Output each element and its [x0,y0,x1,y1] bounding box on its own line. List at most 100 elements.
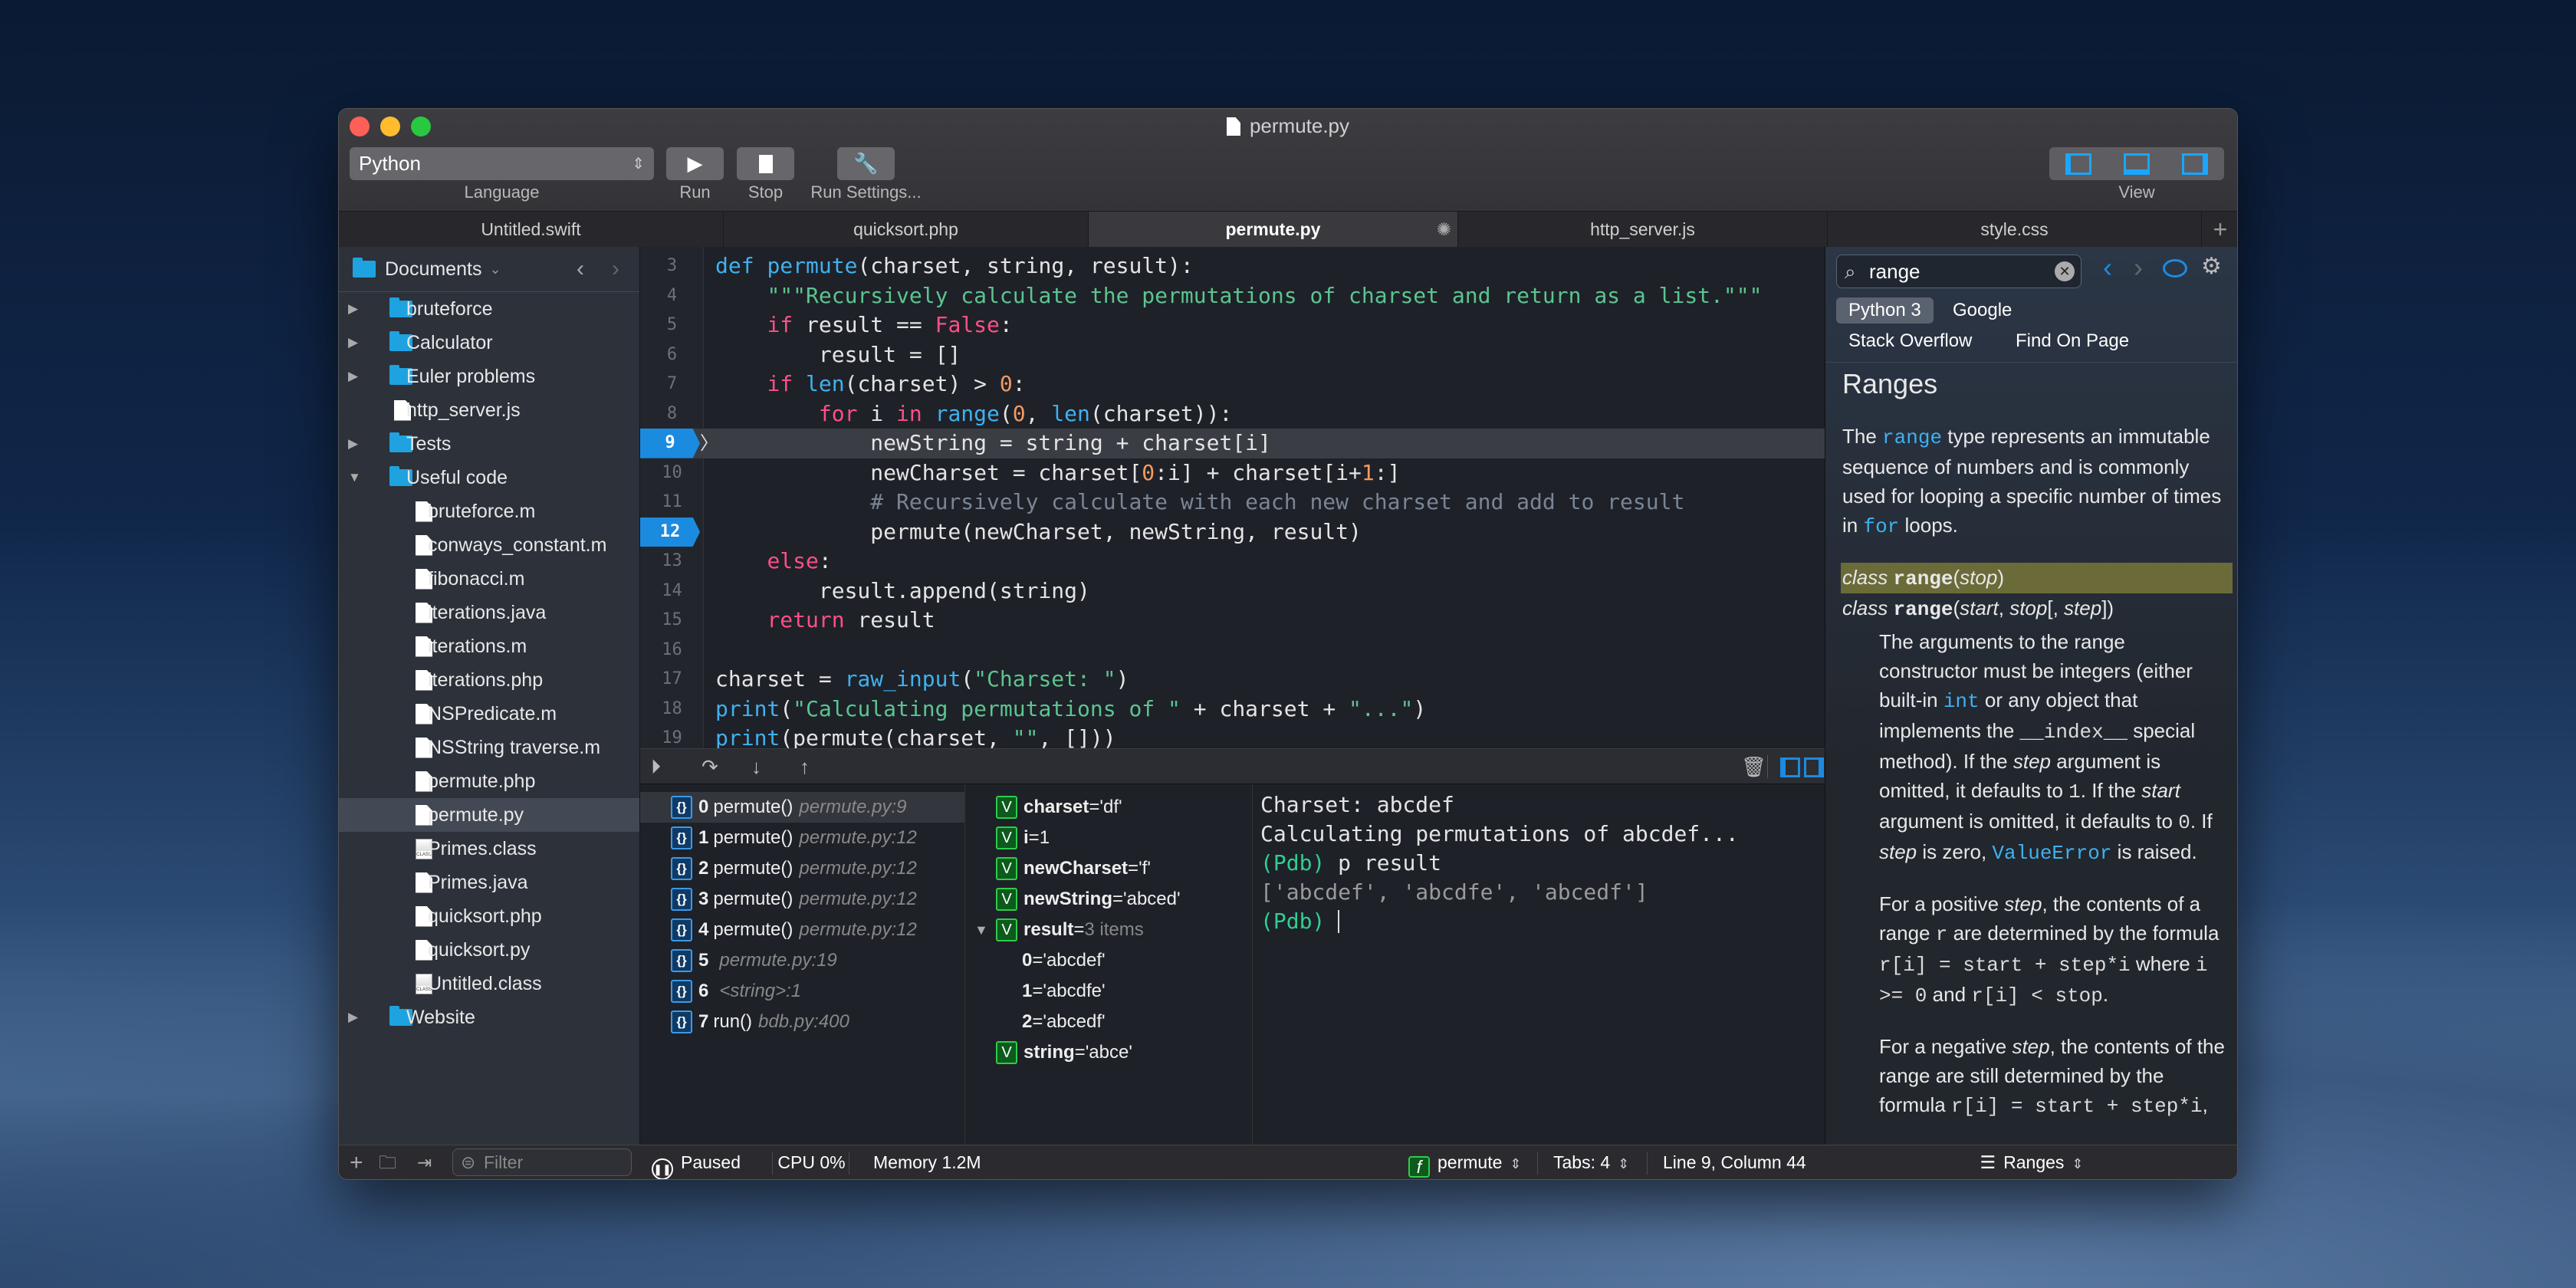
add-icon[interactable]: + [350,1145,363,1179]
line-number[interactable]: 8 [640,399,704,429]
code-line[interactable]: 5 if result == False: [640,310,1825,340]
run-settings-button[interactable]: 🔧 [837,147,895,180]
stack-frame[interactable]: {} 1 permute() permute.py:12 [640,823,964,853]
line-number[interactable]: 14 [640,577,704,606]
tree-item[interactable]: fibonacci.m [339,562,639,596]
tree-item[interactable]: quicksort.php [339,899,639,933]
disclosure-open-icon[interactable]: ▼ [348,470,361,485]
line-number[interactable]: 6 [640,340,704,370]
tree-item[interactable]: ▶ Euler problems [339,360,639,393]
tree-item[interactable]: CLASS Primes.class [339,832,639,866]
variable-row[interactable]: Vi = 1 [965,823,1252,853]
code-line[interactable]: 15 return result [640,606,1825,636]
line-number[interactable]: 5 [640,310,704,340]
line-number[interactable]: 13 [640,547,704,577]
stack-frame[interactable]: {} 5 permute.py:19 [640,945,964,976]
doc-link[interactable]: range [1882,426,1942,449]
chevron-down-icon[interactable]: ⌄ [489,261,501,278]
code-line[interactable]: 18 print("Calculating permutations of " +… [640,695,1825,724]
line-number[interactable]: 4 [640,281,704,311]
reveal-icon[interactable]: ⇥ [417,1145,432,1179]
tree-item[interactable]: CLASS Untitled.class [339,967,639,1001]
tree-item[interactable]: http_server.js [339,393,639,427]
code-line[interactable]: 7 if len(charset) > 0: [640,370,1825,399]
toggle-right-panel-icon[interactable] [2182,153,2208,175]
step-over-icon[interactable]: ↷ [702,755,718,779]
doc-link[interactable]: int [1944,690,1980,713]
toggle-bottom-panel-icon[interactable] [2124,153,2150,175]
tree-item[interactable]: ▶ Website [339,1001,639,1034]
disclosure-closed-icon[interactable]: ▶ [348,369,358,384]
disclosure-closed-icon[interactable]: ▶ [348,335,358,350]
tree-item[interactable]: conways_constant.m [339,528,639,562]
code-line[interactable]: 19 print(permute(charset, "", [])) [640,724,1825,748]
tree-item[interactable]: Primes.java [339,866,639,899]
new-folder-icon[interactable]: 🗀 [379,1145,396,1179]
disclosure-closed-icon[interactable]: ▶ [348,1010,358,1025]
tab-http-server-js[interactable]: http_server.js [1458,212,1828,248]
line-number[interactable]: 7 [640,370,704,399]
line-number[interactable]: 19 [640,724,704,748]
stack-frame[interactable]: {} 7 run() bdb.py:400 [640,1007,964,1037]
disclosure-open-icon[interactable]: ▼ [974,922,988,938]
tree-item[interactable]: permute.php [339,764,639,798]
line-number[interactable]: 10 [640,458,704,488]
gear-icon[interactable]: ⚙ [2201,253,2222,280]
code-line[interactable]: 11 # Recursively calculate with each new… [640,488,1825,518]
stack-frame[interactable]: {} 6 <string>:1 [640,976,964,1007]
toggle-stack-pane-icon[interactable] [1780,757,1800,777]
step-out-icon[interactable]: ↑ [800,755,810,779]
breakpoint-marker[interactable]: 9 [640,429,700,458]
tabs-selector[interactable]: Tabs: 4 ⇕ [1553,1145,1629,1179]
language-select[interactable]: Python ⇕ [350,147,654,180]
code-line[interactable]: 8 for i in range(0, len(charset)): [640,399,1825,429]
code-editor[interactable]: 3 def permute(charset, string, result): 4 … [640,247,1825,748]
tree-item[interactable]: ▶ Calculator [339,326,639,360]
stack-frame[interactable]: {} 0 permute() permute.py:9 [640,792,964,823]
tab-permute-py[interactable]: permute.py ✺ [1089,212,1458,248]
forward-icon[interactable]: › [612,256,619,282]
root-folder-label[interactable]: Documents [385,258,481,281]
doc-back-icon[interactable]: ‹ [2103,251,2112,284]
tree-item[interactable]: permute.py [339,798,639,832]
disclosure-closed-icon[interactable]: ▶ [348,436,358,452]
tree-item[interactable]: quicksort.py [339,933,639,967]
tree-item[interactable]: bruteforce.m [339,495,639,528]
breakpoint-marker[interactable]: 12 [640,517,700,547]
debug-console[interactable]: Charset: abcdef Calculating permutations … [1253,784,1825,1147]
line-number[interactable]: 15 [640,606,704,636]
doc-section-selector[interactable]: ☰ Ranges ⇕ [1825,1145,2237,1179]
code-line[interactable]: 6 result = [] [640,340,1825,370]
source-google[interactable]: Google [1940,297,2024,324]
line-number[interactable]: 18 [640,695,704,724]
continue-icon[interactable]: ⏵ [651,755,661,780]
tree-item[interactable]: NSPredicate.m [339,697,639,731]
stack-frame[interactable]: {} 3 permute() permute.py:12 [640,884,964,915]
source-find-on-page[interactable]: Find On Page [2003,328,2141,354]
code-line[interactable]: 16 [640,636,1825,665]
variable-row[interactable]: Vcharset = 'df' [965,792,1252,823]
step-into-icon[interactable]: ↓ [751,755,761,779]
new-tab-button[interactable]: + [2202,212,2237,248]
tree-item[interactable]: iterations.java [339,596,639,629]
tree-item[interactable]: ▶ bruteforce [339,292,639,326]
variable-child-row[interactable]: 2 = 'abcedf' [965,1007,1252,1037]
toggle-console-pane-icon[interactable] [1804,757,1824,777]
variable-child-row[interactable]: 1 = 'abcdfe' [965,976,1252,1007]
variable-row[interactable]: ▼ Vresult = 3 items [965,915,1252,945]
code-line[interactable]: 10 newCharset = charset[0:i] + charset[i… [640,458,1825,488]
variable-row[interactable]: VnewCharset = 'f' [965,853,1252,884]
tree-item[interactable]: NSString traverse.m [339,731,639,764]
doc-forward-icon[interactable]: › [2134,251,2143,284]
tree-item[interactable]: iterations.php [339,663,639,697]
tab-untitled-swift[interactable]: Untitled.swift [339,212,724,248]
back-icon[interactable]: ‹ [577,256,584,282]
code-line[interactable]: 13 else: [640,547,1825,577]
code-line[interactable]: 17 charset = raw_input("Charset: ") [640,665,1825,695]
tree-item[interactable]: ▼ Useful code [339,461,639,495]
tab-quicksort-php[interactable]: quicksort.php [724,212,1089,248]
line-number[interactable]: 16 [640,636,704,665]
source-python3[interactable]: Python 3 [1836,297,1934,324]
doc-link[interactable]: for [1863,515,1899,538]
doc-search-field[interactable]: ⌕ range ✕ [1836,255,2082,288]
